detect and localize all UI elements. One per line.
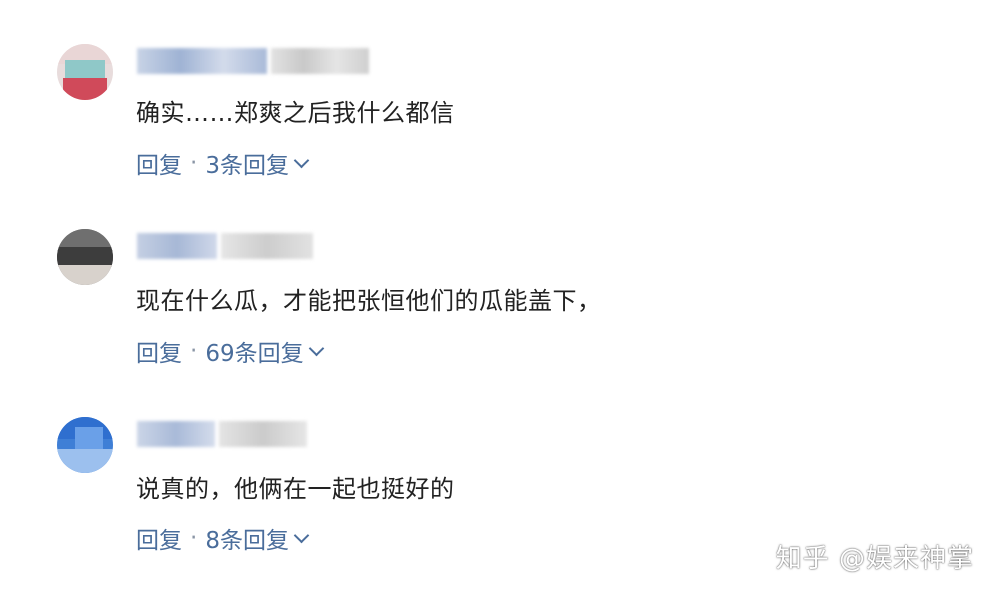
avatar[interactable]: [57, 44, 113, 100]
chevron-down-icon[interactable]: [293, 152, 310, 168]
comment-actions: 回复 · 3条回复: [136, 146, 310, 180]
separator-dot: ·: [190, 150, 198, 176]
avatar[interactable]: [57, 417, 113, 473]
chevron-down-icon[interactable]: [308, 340, 324, 356]
username-blurred[interactable]: [137, 230, 313, 262]
view-replies-button[interactable]: 69条回复: [205, 334, 303, 368]
comment-text: 说真的，他俩在一起也挺好的: [136, 475, 455, 503]
reply-button[interactable]: 回复: [136, 521, 182, 555]
username-blurred[interactable]: [137, 418, 307, 450]
reply-button[interactable]: 回复: [136, 146, 182, 180]
comment-actions: 回复 · 69条回复: [136, 334, 324, 368]
avatar[interactable]: [57, 229, 113, 285]
chevron-down-icon[interactable]: [293, 527, 310, 543]
comment-text: 确实……郑爽之后我什么都信: [136, 99, 455, 127]
separator-dot: ·: [190, 525, 198, 551]
comment-text: 现在什么瓜，才能把张恒他们的瓜能盖下，: [136, 287, 602, 315]
separator-dot: ·: [190, 338, 198, 364]
view-replies-button[interactable]: 8条回复: [205, 521, 289, 555]
view-replies-button[interactable]: 3条回复: [205, 146, 289, 180]
username-blurred[interactable]: [137, 45, 369, 77]
watermark: 知乎 @娱来神掌: [775, 544, 974, 574]
reply-button[interactable]: 回复: [136, 334, 182, 368]
comment-actions: 回复 · 8条回复: [136, 521, 310, 555]
